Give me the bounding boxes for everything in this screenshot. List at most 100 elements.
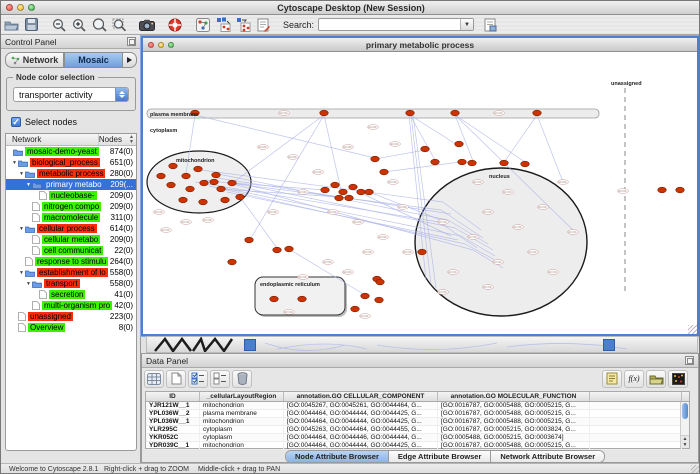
graph-node[interactable] (421, 146, 429, 152)
tab-network[interactable]: Network (5, 52, 64, 68)
tree-row[interactable]: multi-organism pro42(0) (6, 300, 136, 311)
scroll-arrows-icon[interactable]: ▲▼ (681, 435, 689, 448)
disclosure-triangle-icon[interactable]: ▼ (11, 160, 18, 166)
tree-row[interactable]: ▼biological_process651(0) (6, 157, 136, 168)
import-attributes-button[interactable] (646, 370, 666, 388)
new-attribute-button[interactable] (166, 370, 186, 388)
graph-node[interactable] (533, 110, 541, 116)
graph-node[interactable] (298, 296, 306, 302)
graph-node[interactable] (375, 297, 383, 303)
graph-node[interactable] (365, 189, 373, 195)
graph-node[interactable] (451, 110, 459, 116)
network-overview-button[interactable] (193, 16, 213, 34)
search-input[interactable] (319, 19, 460, 30)
layout-apply-button[interactable] (233, 16, 253, 34)
select-attributes-button[interactable] (188, 370, 208, 388)
column-header[interactable]: ID (146, 392, 200, 401)
tab-mosaic[interactable]: Mosaic (64, 52, 123, 68)
graph-node[interactable] (380, 169, 388, 175)
graph-node[interactable] (270, 296, 278, 302)
search-combobox[interactable]: ▼ (318, 18, 474, 31)
graph-node[interactable] (455, 141, 463, 147)
disclosure-triangle-icon[interactable]: ▼ (18, 226, 25, 232)
graph-node[interactable] (321, 187, 329, 193)
node-color-dropdown[interactable]: transporter activity (13, 87, 129, 102)
graph-node[interactable] (345, 195, 353, 201)
label-notes-button[interactable] (602, 370, 622, 388)
tree-row[interactable]: mosaic-demo-yeast874(0) (6, 146, 136, 157)
graph-node[interactable] (500, 160, 508, 166)
column-header[interactable]: _cellularLayoutRegion (200, 392, 284, 401)
resize-grip-icon[interactable] (688, 325, 697, 334)
graph-node[interactable] (273, 247, 281, 253)
network-graph[interactable]: GO:00..GO:00..GO:00..GO:00..GO:00..GO:00… (143, 52, 697, 334)
unselect-attributes-button[interactable] (210, 370, 230, 388)
graph-node[interactable] (351, 306, 359, 312)
zoom-fit-button[interactable] (89, 16, 109, 34)
zoom-selected-button[interactable] (109, 16, 129, 34)
graph-node[interactable] (186, 186, 194, 192)
table-row[interactable]: YLR295Ccytoplasm[GO:0045263, GO:0044464,… (146, 426, 689, 434)
zoom-in-button[interactable] (69, 16, 89, 34)
attribute-table[interactable]: ID_cellularLayoutRegionannotation.GO CEL… (145, 391, 690, 449)
graph-node[interactable] (418, 249, 426, 255)
tab-network-attribute-browser[interactable]: Network Attribute Browser (491, 451, 604, 462)
tree-row[interactable]: secretion41(0) (6, 289, 136, 300)
resize-grip-icon[interactable] (691, 465, 700, 474)
tree-row[interactable]: ▼establishment of lo558(0) (6, 267, 136, 278)
column-divider[interactable] (98, 134, 99, 145)
tree-header[interactable]: Network Nodes ▲▼ (6, 134, 136, 146)
tree-row[interactable]: response to stimulu264(0) (6, 256, 136, 267)
graph-node[interactable] (431, 159, 439, 165)
tree-row[interactable]: cellular metabo209(0) (6, 234, 136, 245)
graph-node[interactable] (331, 182, 339, 188)
select-nodes-option[interactable]: ✓ Select nodes (11, 117, 77, 127)
table-row[interactable]: YJR121W__1mitochondrion[GO:0045267, GO:0… (146, 402, 689, 410)
tab-overflow-button[interactable] (123, 52, 137, 68)
table-row[interactable]: YDR039C__1mitochondrion[GO:0044464, GO:0… (146, 442, 689, 450)
session-details-button[interactable] (480, 16, 500, 34)
tree-row[interactable]: nucleobase-209(0) (6, 190, 136, 201)
tree-row[interactable]: unassigned223(0) (6, 311, 136, 322)
search-dropdown-button[interactable]: ▼ (460, 19, 473, 30)
scroll-arrows-icon[interactable]: ▲▼ (129, 135, 134, 145)
tree-row[interactable]: ▼transport558(0) (6, 278, 136, 289)
network-canvas[interactable]: GO:00..GO:00..GO:00..GO:00..GO:00..GO:00… (143, 52, 697, 334)
graph-node[interactable] (245, 237, 253, 243)
graph-node[interactable] (236, 194, 244, 200)
tree-row[interactable]: macromolecule311(0) (6, 212, 136, 223)
graph-node[interactable] (200, 180, 208, 186)
table-header-row[interactable]: ID_cellularLayoutRegionannotation.GO CEL… (146, 392, 689, 402)
layout-copy-button[interactable] (213, 16, 233, 34)
graph-node[interactable] (179, 197, 187, 203)
background-window-strip[interactable] (146, 336, 698, 353)
tree-row[interactable]: ▼metabolic process280(0) (6, 168, 136, 179)
graph-node[interactable] (157, 173, 165, 179)
graph-node[interactable] (210, 179, 218, 185)
graph-node[interactable] (521, 161, 529, 167)
float-panel-icon[interactable] (127, 37, 136, 46)
graph-node[interactable] (349, 184, 357, 190)
tree-row[interactable]: nitrogen compo209(0) (6, 201, 136, 212)
graph-node[interactable] (361, 293, 369, 299)
graph-node[interactable] (676, 187, 684, 193)
zoom-out-button[interactable] (49, 16, 69, 34)
graph-node[interactable] (658, 187, 666, 193)
graph-node[interactable] (376, 279, 384, 285)
tree-row[interactable]: ▼primary metabo209(... (6, 179, 136, 190)
annotation-button[interactable] (253, 16, 273, 34)
table-row[interactable]: YPL036W__2plasma membrane[GO:0044464, GO… (146, 410, 689, 418)
checkbox-checked-icon[interactable]: ✓ (11, 117, 21, 127)
graph-node[interactable] (371, 156, 379, 162)
attribute-batch-button[interactable] (668, 370, 688, 388)
scrollbar-thumb[interactable] (682, 403, 688, 419)
column-header[interactable]: annotation.GO CELLULAR_COMPONENT (284, 392, 438, 401)
graph-node[interactable] (335, 195, 343, 201)
graph-node[interactable] (221, 197, 229, 203)
float-panel-icon[interactable] (685, 356, 694, 365)
attribute-matrix-button[interactable] (144, 370, 164, 388)
tree-row[interactable]: Overview8(0) (6, 322, 136, 333)
graph-node[interactable] (406, 110, 414, 116)
graph-node[interactable] (212, 172, 220, 178)
table-row[interactable]: YPL036W__1mitochondrion[GO:0044464, GO:0… (146, 418, 689, 426)
